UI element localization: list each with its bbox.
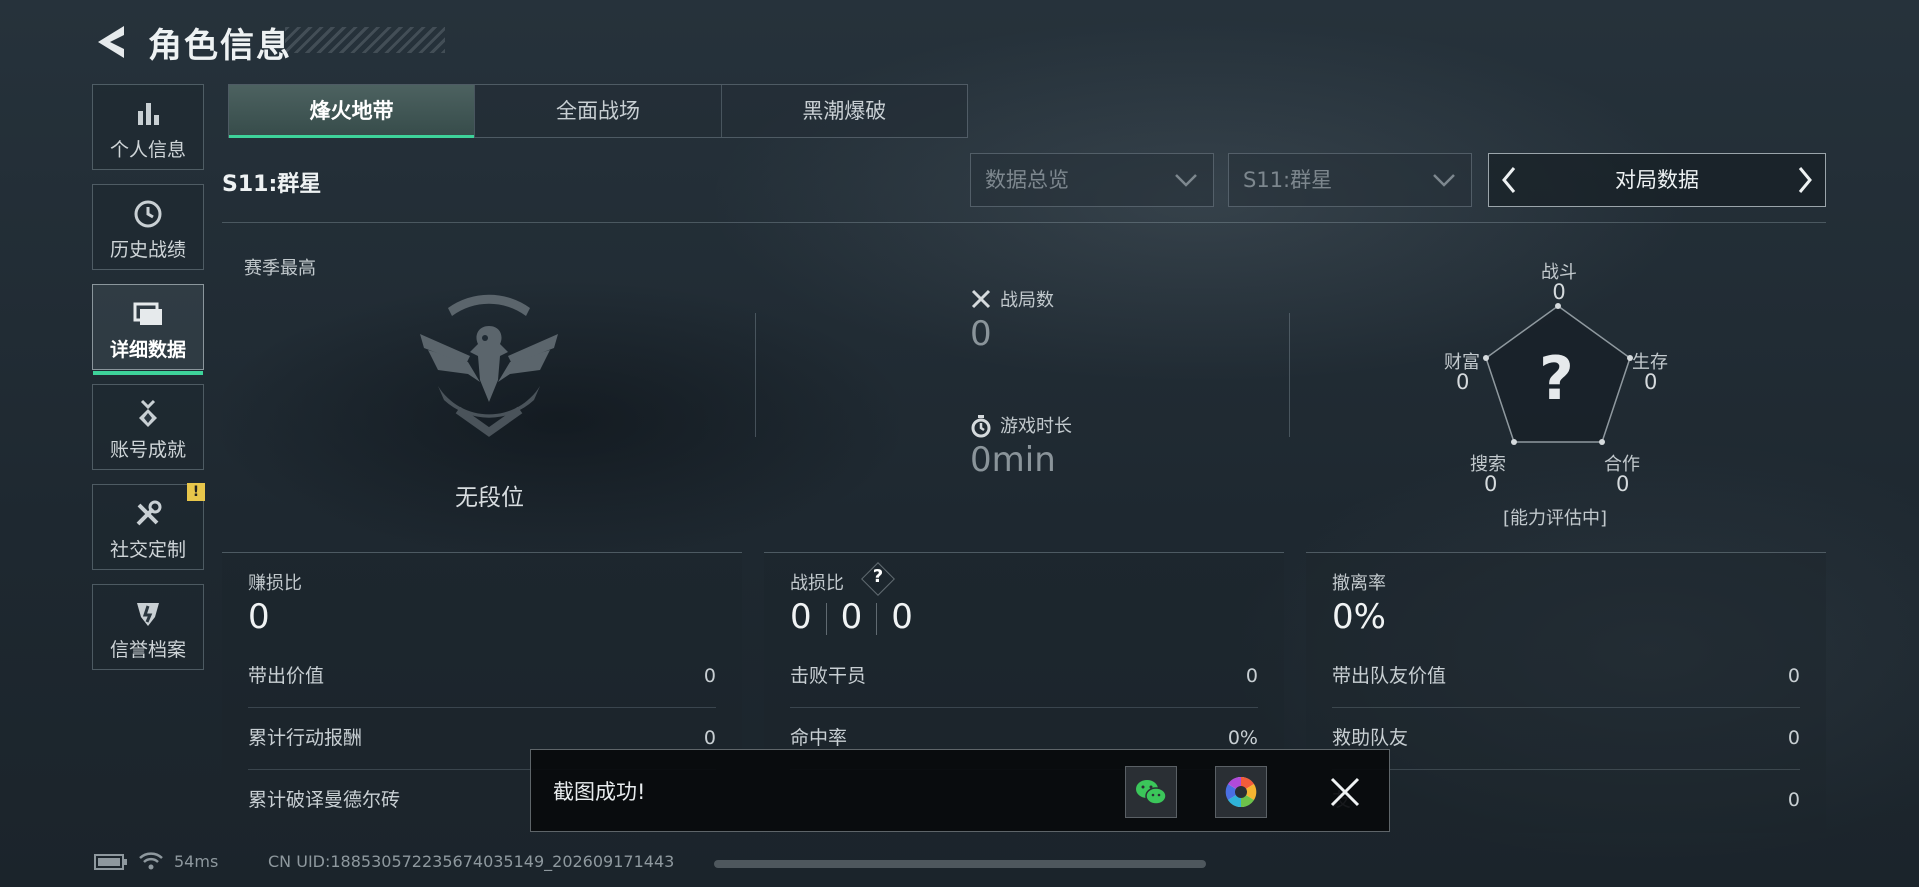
wechat-share-button[interactable] [1125, 766, 1177, 818]
stat-label: 累计行动报酬 [248, 727, 363, 749]
chevron-down-icon [1173, 154, 1199, 226]
rank-emblem-icon [420, 294, 558, 437]
season-dropdown[interactable]: S11:群星 [1228, 153, 1472, 207]
radar-status: [能力评估中] [1503, 508, 1608, 529]
medal-icon [93, 399, 203, 429]
playtime-value: 0min [970, 440, 1056, 480]
close-icon[interactable] [1329, 776, 1361, 808]
overview-dropdown[interactable]: 数据总览 [970, 153, 1214, 207]
stat-value: 0 [1245, 665, 1258, 687]
uid-text: CN UID:188530572235674035149_20260917144… [268, 852, 675, 871]
bar-chart-icon [93, 99, 203, 129]
kd-values: 000 [790, 597, 913, 637]
photos-icon [1225, 776, 1257, 808]
playtime-label: 游戏时长 [1000, 416, 1072, 437]
stat-value: 0 [1787, 789, 1800, 811]
card-value: 0 [248, 597, 270, 637]
radar-value-combat: 0 [1552, 280, 1566, 304]
chevron-left-icon[interactable] [1499, 154, 1519, 223]
sidebar-item-social[interactable]: 社交定制 ! [92, 483, 205, 570]
matches-value: 0 [970, 314, 992, 354]
divider [222, 222, 1826, 223]
data-type-switcher: 对局数据 [1488, 153, 1826, 207]
sidebar-item-label: 社交定制 [109, 539, 186, 561]
divider [1289, 313, 1290, 437]
mode-tabs: 烽火地带 全面战场 黑潮爆破 [228, 84, 968, 138]
dropdown-value: S11:群星 [1243, 168, 1333, 192]
warning-badge: ! [187, 483, 205, 501]
sidebar-item-personal-info[interactable]: 个人信息 [92, 84, 204, 170]
tab-beacon-zone[interactable]: 烽火地带 [229, 85, 475, 138]
divider [755, 313, 756, 437]
help-icon[interactable]: ? [866, 566, 890, 587]
wechat-icon [1136, 780, 1167, 805]
season-best-label: 赛季最高 [244, 258, 316, 279]
card-value: 0% [1332, 597, 1386, 637]
shield-icon [93, 599, 203, 629]
sidebar-item-detailed-data[interactable]: 详细数据 [92, 284, 204, 375]
clock-icon [93, 199, 203, 229]
dropdown-value: 数据总览 [985, 168, 1069, 192]
stat-label: 救助队友 [1332, 727, 1409, 749]
stat-row: 带出队友价值 0 [1332, 645, 1800, 708]
stat-row: 救助队友 0 [1332, 707, 1800, 770]
tab-full-battlefield[interactable]: 全面战场 [474, 85, 720, 137]
kd-value: 0 [790, 597, 812, 637]
sidebar-item-label: 信誉档案 [109, 639, 186, 661]
crossed-swords-icon [971, 289, 991, 309]
stat-value: 0 [1787, 727, 1800, 749]
stat-label: 命中率 [790, 727, 848, 749]
wifi-icon [139, 852, 163, 870]
radar-value-cooperation: 0 [1616, 472, 1630, 496]
stat-row: 友0 [1332, 769, 1800, 831]
stat-label: 带出队友价值 [1332, 665, 1447, 687]
sidebar-item-history[interactable]: 历史战绩 [92, 184, 204, 270]
stat-row: 带出价值 0 [248, 645, 716, 708]
sidebar-item-label: 历史战绩 [109, 239, 186, 261]
back-arrow-icon[interactable] [92, 22, 128, 62]
kd-value: 0 [891, 597, 913, 637]
radar-value-wealth: 0 [1456, 370, 1470, 394]
stat-label: 击败干员 [790, 665, 867, 687]
title-decoration [285, 27, 445, 53]
radar-value-survival: 0 [1644, 370, 1658, 394]
battery-icon [94, 854, 127, 870]
sidebar-item-label: 个人信息 [109, 139, 186, 161]
ping-text: 54ms [174, 852, 219, 871]
sidebar-item-label: 详细数据 [109, 339, 186, 361]
tab-dark-tide[interactable]: 黑潮爆破 [720, 85, 967, 137]
page-title: 角色信息 [148, 26, 292, 66]
folder-icon [93, 299, 203, 329]
stat-label: 带出价值 [248, 665, 325, 687]
stat-row: 击败干员 0 [790, 645, 1258, 708]
album-share-button[interactable] [1215, 766, 1267, 818]
kd-value: 0 [840, 597, 863, 637]
stopwatch-icon [971, 415, 991, 438]
tools-icon [93, 499, 203, 529]
radar-value-search: 0 [1484, 472, 1498, 496]
chevron-right-icon[interactable] [1795, 154, 1815, 223]
sidebar-item-achievements[interactable]: 账号成就 [92, 384, 204, 470]
rank-text: 无段位 [455, 485, 524, 511]
matches-label: 战局数 [1000, 290, 1054, 311]
stat-label: 累计破译曼德尔砖 [248, 789, 401, 811]
home-indicator[interactable] [714, 860, 1206, 868]
toast-message: 截图成功! [553, 780, 646, 804]
sidebar-item-label: 账号成就 [109, 439, 186, 461]
card-title: 赚损比 [248, 573, 302, 594]
screenshot-toast: 截图成功! [530, 749, 1390, 832]
chevron-down-icon [1431, 154, 1457, 226]
stat-value: 0 [703, 665, 716, 687]
radar-unknown-icon: ? [1539, 344, 1574, 414]
season-label: S11:群星 [222, 172, 322, 197]
switcher-label: 对局数据 [1615, 168, 1699, 192]
card-title: 战损比 [790, 573, 844, 594]
sidebar-item-reputation[interactable]: 信誉档案 [92, 584, 204, 670]
card-title: 撤离率 [1332, 573, 1386, 594]
stat-value: 0 [1787, 665, 1800, 687]
